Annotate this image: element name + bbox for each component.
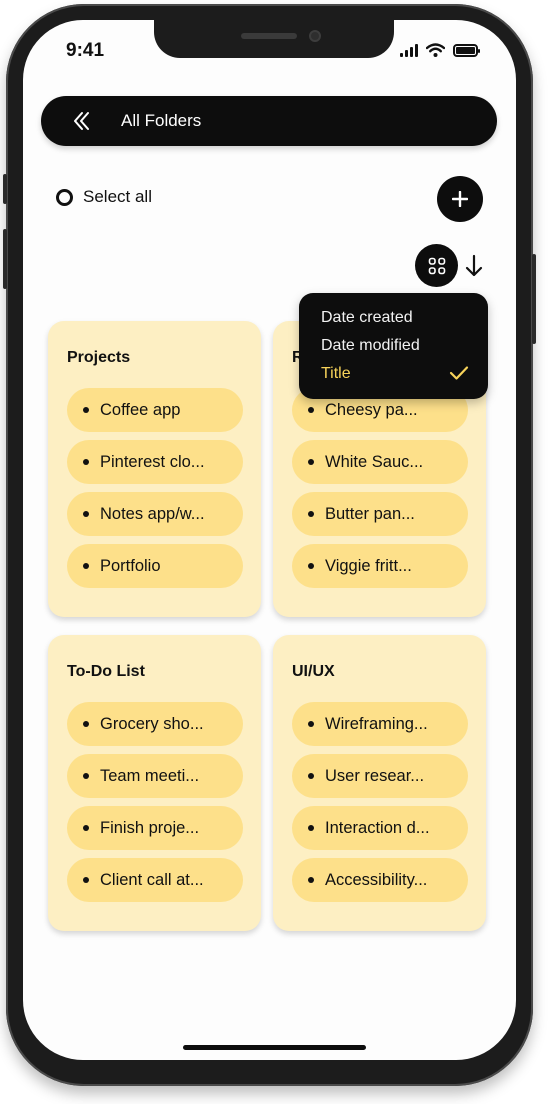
folder-title: UI/UX	[292, 663, 335, 680]
speaker	[241, 33, 297, 39]
select-all-label: Select all	[83, 187, 152, 206]
list-item[interactable]: Notes app/w...	[67, 492, 243, 536]
folder-title: To-Do List	[67, 663, 145, 680]
bullet	[308, 511, 314, 517]
side-button-left	[3, 174, 7, 204]
bullet	[83, 511, 89, 517]
mockup-stage: 9:41 All Folders Select all Projects Cof…	[0, 0, 549, 1104]
list-item[interactable]: Portfolio	[67, 544, 243, 588]
back-button[interactable]	[59, 98, 105, 144]
add-folder-button[interactable]	[437, 176, 483, 222]
bullet	[83, 459, 89, 465]
grid-icon	[428, 257, 445, 274]
list-item[interactable]: Wireframing...	[292, 702, 468, 746]
notch	[154, 20, 394, 58]
list-item-label: Interaction d...	[325, 818, 430, 837]
bullet	[308, 459, 314, 465]
bullet	[83, 877, 89, 883]
bullet	[308, 407, 314, 413]
sort-option-title[interactable]: Title	[321, 365, 351, 383]
list-item-label: Portfolio	[100, 556, 161, 575]
list-item-label: Team meeti...	[100, 766, 200, 785]
list-item[interactable]: Grocery sho...	[67, 702, 243, 746]
bullet	[83, 721, 89, 727]
camera	[309, 30, 321, 42]
bullet	[308, 721, 314, 727]
list-item-label: Butter pan...	[325, 504, 415, 523]
list-item-label: Viggie fritt...	[325, 556, 412, 575]
sort-dropdown-menu: Date created Date modified Title	[299, 293, 488, 399]
grid-view-button[interactable]	[415, 244, 458, 287]
list-item-label: Grocery sho...	[100, 714, 204, 733]
folder-card-uiux[interactable]: UI/UX Wireframing... User resear... Inte…	[273, 635, 486, 931]
status-icons	[400, 43, 480, 57]
checkmark-icon	[449, 366, 469, 380]
sort-option-date-created[interactable]: Date created	[321, 309, 413, 327]
bullet	[83, 825, 89, 831]
list-item-label: User resear...	[325, 766, 425, 785]
list-item-label: Coffee app	[100, 400, 181, 419]
list-item[interactable]: Team meeti...	[67, 754, 243, 798]
list-item-label: Finish proje...	[100, 818, 200, 837]
list-item[interactable]: Butter pan...	[292, 492, 468, 536]
list-item[interactable]: Interaction d...	[292, 806, 468, 850]
bullet	[83, 407, 89, 413]
list-item[interactable]: Pinterest clo...	[67, 440, 243, 484]
cellular-signal-icon	[400, 43, 418, 57]
list-item[interactable]: Client call at...	[67, 858, 243, 902]
bullet	[308, 825, 314, 831]
home-indicator	[183, 1045, 366, 1050]
sort-option-date-modified[interactable]: Date modified	[321, 337, 420, 355]
folder-card-todo[interactable]: To-Do List Grocery sho... Team meeti... …	[48, 635, 261, 931]
list-item-label: White Sauc...	[325, 452, 424, 471]
page-title: All Folders	[121, 111, 202, 130]
bullet	[308, 563, 314, 569]
list-item-label: Client call at...	[100, 870, 204, 889]
list-item-label: Notes app/w...	[100, 504, 205, 523]
list-item-label: Wireframing...	[325, 714, 428, 733]
list-item[interactable]: Coffee app	[67, 388, 243, 432]
side-button-left-2	[3, 229, 7, 289]
wifi-icon	[426, 43, 445, 57]
bullet	[83, 563, 89, 569]
sort-direction-arrow-icon[interactable]	[463, 253, 485, 279]
side-button-right	[532, 254, 536, 344]
list-item-label: Pinterest clo...	[100, 452, 205, 471]
list-item[interactable]: White Sauc...	[292, 440, 468, 484]
list-item[interactable]: Finish proje...	[67, 806, 243, 850]
select-all-toggle[interactable]: Select all	[56, 187, 152, 207]
battery-icon	[453, 43, 480, 57]
list-item[interactable]: Viggie fritt...	[292, 544, 468, 588]
bullet	[308, 877, 314, 883]
folder-title: Projects	[67, 349, 131, 366]
plus-icon	[452, 191, 468, 207]
folder-card-projects[interactable]: Projects Coffee app Pinterest clo... Not…	[48, 321, 261, 617]
list-item[interactable]: User resear...	[292, 754, 468, 798]
select-all-radio[interactable]	[56, 188, 73, 206]
bullet	[83, 773, 89, 779]
header-bar: All Folders	[41, 96, 497, 146]
list-item[interactable]: Accessibility...	[292, 858, 468, 902]
bullet	[308, 773, 314, 779]
status-time: 9:41	[66, 40, 105, 61]
list-item-label: Accessibility...	[325, 870, 428, 889]
chevron-left-icon	[74, 112, 89, 130]
list-item-label: Cheesy pa...	[325, 400, 418, 419]
